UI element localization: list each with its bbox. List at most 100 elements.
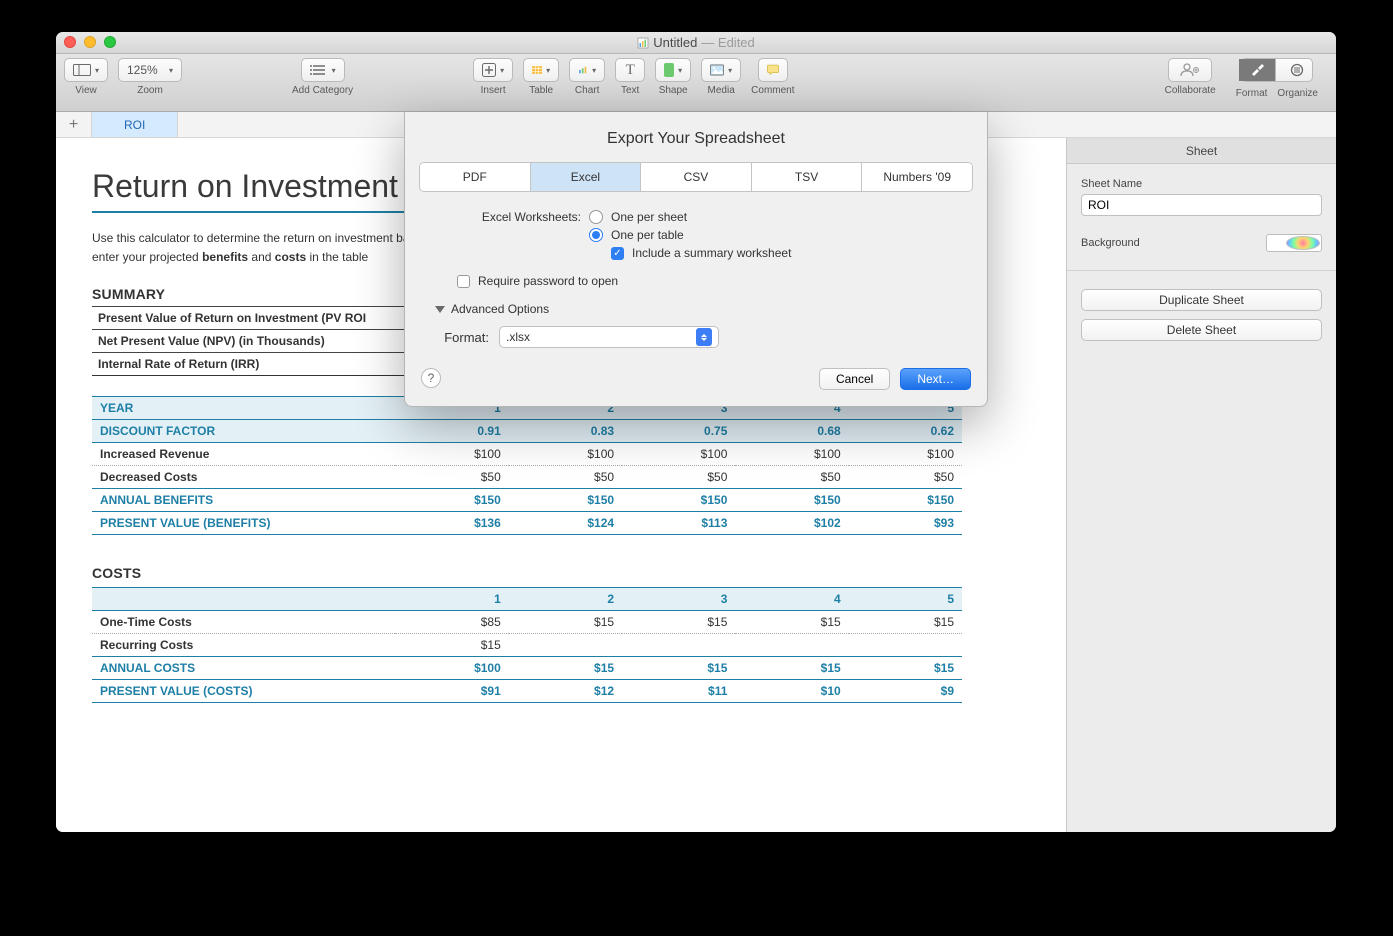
organize-icon [1290, 63, 1304, 77]
shape-icon [664, 63, 674, 77]
paintbrush-icon [1249, 63, 1265, 77]
chevron-down-icon: ▾ [332, 66, 336, 75]
costs-heading: COSTS [92, 565, 1030, 581]
select-chevron-icon [696, 328, 712, 346]
inspector-pane-title[interactable]: Sheet [1067, 138, 1336, 164]
table-row: PRESENT VALUE (BENEFITS) $136 $124 $113 … [92, 512, 962, 535]
comment-label: Comment [751, 85, 794, 96]
window-title: Untitled — Edited [637, 35, 755, 50]
organize-button[interactable] [1280, 59, 1314, 81]
plus-box-icon [482, 63, 496, 77]
table-button[interactable]: ▾ [523, 58, 559, 82]
duplicate-sheet-button[interactable]: Duplicate Sheet [1081, 289, 1322, 311]
format-button[interactable] [1239, 59, 1276, 81]
zoom-window-button[interactable] [104, 36, 116, 48]
background-label: Background [1081, 237, 1140, 249]
table-label: Table [529, 85, 553, 96]
chart-button[interactable]: ▾ [569, 58, 605, 82]
table-row: ANNUAL BENEFITS $150 $150 $150 $150 $150 [92, 489, 962, 512]
format-select-label: Format: [435, 330, 489, 345]
tab-excel[interactable]: Excel [531, 163, 642, 191]
excel-worksheets-label: Excel Worksheets: [441, 210, 581, 224]
chevron-down-icon: ▾ [592, 66, 596, 75]
next-button[interactable]: Next… [900, 368, 971, 390]
collaborate-icon [1180, 63, 1200, 77]
list-icon [310, 63, 328, 77]
table-icon [532, 63, 542, 77]
window-controls [64, 36, 116, 48]
format-select-value: .xlsx [506, 330, 530, 344]
close-window-button[interactable] [64, 36, 76, 48]
cancel-button[interactable]: Cancel [819, 368, 890, 390]
plus-icon: + [69, 116, 78, 134]
comment-icon [767, 63, 779, 77]
media-button[interactable]: ▾ [701, 58, 741, 82]
sheet-name-input[interactable] [1081, 194, 1322, 216]
costs-table[interactable]: 1 2 3 4 5 One-Time Costs $85 $15 $15 $15… [92, 587, 962, 703]
tab-tsv[interactable]: TSV [752, 163, 863, 191]
advanced-options-disclosure[interactable]: Advanced Options [435, 302, 987, 316]
export-dialog: Export Your Spreadsheet PDF Excel CSV TS… [404, 112, 988, 407]
delete-sheet-button[interactable]: Delete Sheet [1081, 319, 1322, 341]
toolbar: ▾ View 125% ▾ Zoom ▾ Add Category ▾ [56, 54, 1336, 112]
table-row: Recurring Costs $15 [92, 634, 962, 657]
sheet-tab-label: ROI [124, 118, 145, 132]
document-title: Untitled [653, 35, 697, 50]
color-picker-icon[interactable] [1286, 236, 1320, 250]
radio-one-per-sheet[interactable] [589, 210, 603, 224]
table-row: DISCOUNT FACTOR 0.91 0.83 0.75 0.68 0.62 [92, 420, 962, 443]
zoom-menu-button[interactable]: 125% ▾ [118, 58, 182, 82]
table-row: 1 2 3 4 5 [92, 588, 962, 611]
add-sheet-button[interactable]: + [56, 112, 92, 137]
chevron-down-icon: ▾ [546, 66, 550, 75]
disclosure-triangle-icon [435, 306, 445, 313]
checkbox-include-summary-label: Include a summary worksheet [632, 246, 791, 260]
sheet-tab-roi[interactable]: ROI [92, 112, 178, 137]
radio-one-per-sheet-label: One per sheet [611, 210, 687, 224]
radio-one-per-table-label: One per table [611, 228, 684, 242]
table-row: PRESENT VALUE (COSTS) $91 $12 $11 $10 $9 [92, 680, 962, 703]
app-window: Untitled — Edited ▾ View 125% ▾ Zoom ▾ A [56, 32, 1336, 832]
background-color-well[interactable] [1266, 234, 1322, 252]
chevron-down-icon: ▾ [95, 66, 99, 75]
organize-label: Organize [1277, 88, 1318, 99]
color-swatch [1267, 235, 1285, 251]
text-button[interactable]: T [615, 58, 645, 82]
radio-one-per-table[interactable] [589, 228, 603, 242]
collaborate-button[interactable] [1168, 58, 1212, 82]
view-menu-button[interactable]: ▾ [64, 58, 108, 82]
minimize-window-button[interactable] [84, 36, 96, 48]
tab-pdf[interactable]: PDF [420, 163, 531, 191]
checkbox-include-summary[interactable]: ✓ [611, 247, 624, 260]
text-icon: T [626, 62, 635, 79]
format-select[interactable]: .xlsx [499, 326, 719, 348]
chevron-down-icon: ▾ [500, 66, 504, 75]
checkbox-require-password[interactable] [457, 275, 470, 288]
table-row: ANNUAL COSTS $100 $15 $15 $15 $15 [92, 657, 962, 680]
titlebar: Untitled — Edited [56, 32, 1336, 54]
help-button[interactable]: ? [421, 368, 441, 388]
comment-button[interactable] [758, 58, 788, 82]
benefits-table[interactable]: YEAR 1 2 3 4 5 DISCOUNT FACTOR 0.91 0.83… [92, 396, 962, 535]
inspector-panel: Sheet Sheet Name Background Duplicate Sh… [1066, 138, 1336, 832]
table-row: Decreased Costs $50 $50 $50 $50 $50 [92, 466, 962, 489]
help-icon: ? [428, 371, 435, 385]
media-icon [710, 63, 724, 77]
zoom-label: Zoom [137, 85, 163, 96]
checkbox-require-password-label: Require password to open [478, 274, 618, 288]
add-category-button[interactable]: ▾ [301, 58, 345, 82]
add-category-label: Add Category [292, 85, 353, 96]
tab-csv[interactable]: CSV [641, 163, 752, 191]
chevron-down-icon: ▾ [169, 66, 173, 75]
format-label: Format [1236, 88, 1268, 99]
insert-button[interactable]: ▾ [473, 58, 513, 82]
shape-button[interactable]: ▾ [655, 58, 691, 82]
tab-numbers09[interactable]: Numbers '09 [862, 163, 972, 191]
collaborate-label: Collaborate [1165, 85, 1216, 96]
table-row: One-Time Costs $85 $15 $15 $15 $15 [92, 611, 962, 634]
zoom-value: 125% [127, 63, 158, 77]
sheet-name-label: Sheet Name [1081, 178, 1322, 190]
chart-label: Chart [575, 85, 599, 96]
advanced-options-label: Advanced Options [451, 302, 549, 316]
view-label: View [75, 85, 97, 96]
